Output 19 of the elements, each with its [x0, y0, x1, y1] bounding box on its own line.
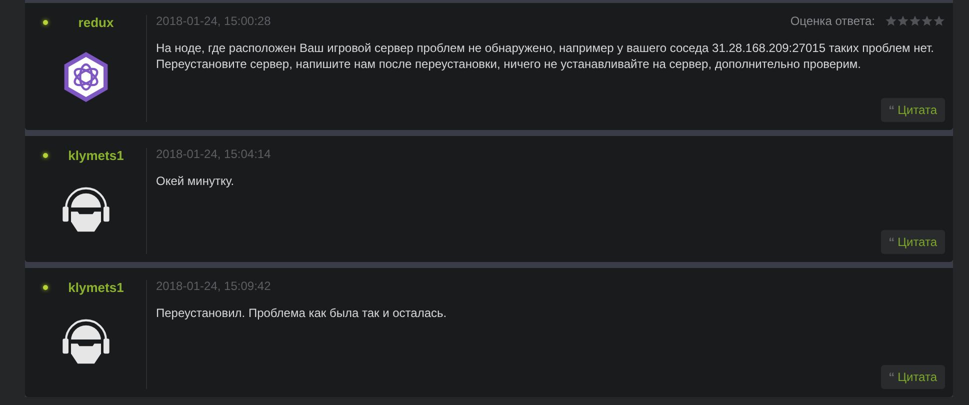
- post-text: Переустановил. Проблема как была так и осталась.: [156, 305, 448, 321]
- star-icon[interactable]: [933, 15, 945, 27]
- post-date: 2018-01-24, 15:00:28: [156, 14, 271, 28]
- post-date: 2018-01-24, 15:04:14: [156, 147, 271, 161]
- rating-label: Оценка ответа:: [790, 14, 875, 28]
- star-icon[interactable]: [921, 15, 933, 27]
- post-date: 2018-01-24, 15:09:42: [156, 279, 271, 293]
- author-name[interactable]: redux: [56, 15, 146, 30]
- quote-button[interactable]: “ Цитата: [880, 230, 945, 254]
- post-text: Переустановите сервер, напишите нам после переустановки, ничего не устанавливайте на сервер, дополнительно проверим.: [156, 56, 862, 72]
- post-text: На ноде, где расположен Ваш игровой сервер проблем не обнаружено, например у вашего соседа 31.28.168.209:27015 таких проблем нет.: [156, 40, 935, 56]
- author-name[interactable]: klymets1: [56, 148, 146, 163]
- quote-button[interactable]: “ Цитата: [880, 365, 945, 389]
- star-icon[interactable]: [885, 15, 897, 27]
- author-name[interactable]: klymets1: [56, 280, 146, 295]
- star-icon[interactable]: [909, 15, 921, 27]
- quote-button[interactable]: “ Цитата: [880, 98, 945, 122]
- post-text: Окей минутку.: [156, 173, 236, 189]
- star-icon[interactable]: [897, 15, 909, 27]
